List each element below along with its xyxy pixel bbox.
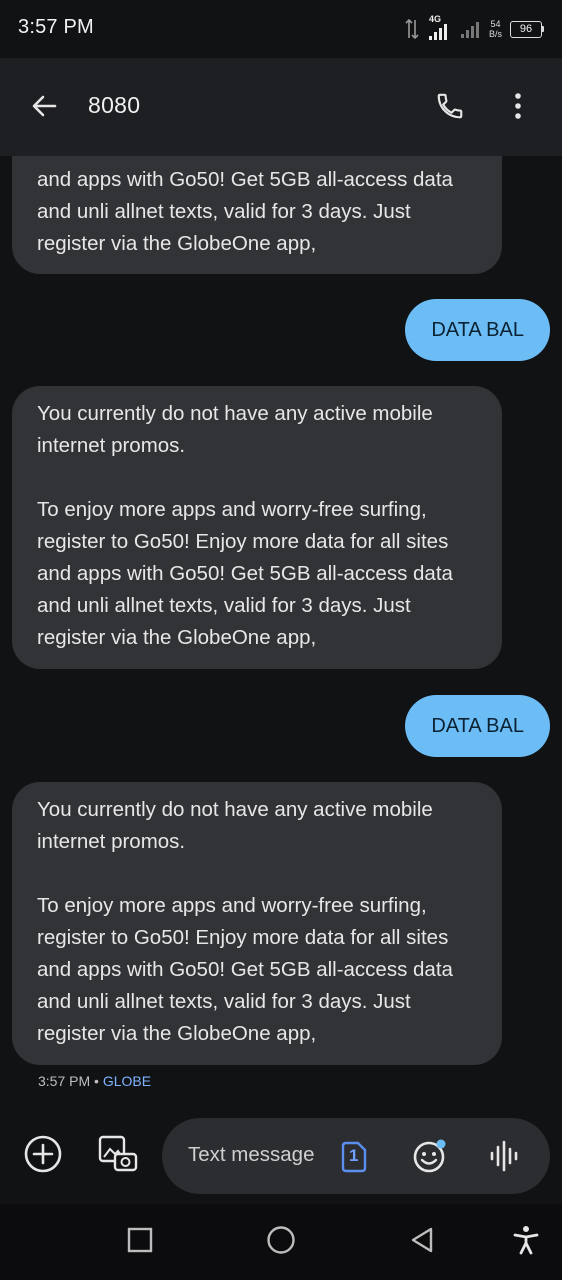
back-nav-button[interactable] — [398, 1218, 446, 1266]
call-button[interactable] — [430, 88, 470, 128]
sim-label: GLOBE — [102, 1073, 152, 1089]
status-bar: 3:57 PM 4G 54 B/s 96 — [0, 0, 562, 58]
signal-sim2-icon — [459, 18, 481, 40]
outgoing-message[interactable]: DATA BAL — [405, 695, 550, 757]
message-text: DATA BAL — [431, 714, 524, 737]
battery-icon: 96 — [510, 20, 544, 38]
message-meta: 3:57 PM • GLOBE — [38, 1073, 151, 1089]
system-navigation-bar — [0, 1204, 562, 1280]
network-speed-value: 54 — [490, 19, 501, 29]
text-message-placeholder: Text message — [188, 1143, 315, 1166]
emoji-icon — [410, 1139, 450, 1180]
home-button[interactable] — [257, 1218, 305, 1266]
message-text: To enjoy more apps and worry-free surfin… — [37, 894, 453, 1045]
meta-separator: • — [94, 1073, 99, 1089]
message-text: You currently do not have any active mob… — [37, 402, 433, 457]
message-thread[interactable]: and apps with Go50! Get 5GB all-access d… — [0, 156, 562, 1104]
gallery-camera-icon — [97, 1134, 139, 1179]
emoji-button[interactable] — [410, 1136, 450, 1176]
battery-level: 96 — [510, 20, 542, 38]
data-transfer-icon — [405, 18, 419, 40]
sim-selector-icon[interactable]: 1 — [340, 1140, 368, 1174]
outgoing-message[interactable]: DATA BAL — [405, 299, 550, 361]
incoming-message[interactable]: You currently do not have any active mob… — [12, 386, 502, 669]
status-icons: 4G 54 B/s 96 — [405, 14, 544, 44]
conversation-title: 8080 — [88, 92, 141, 118]
accessibility-icon — [512, 1225, 540, 1260]
network-speed: 54 B/s — [489, 19, 502, 39]
back-button[interactable] — [24, 88, 64, 128]
message-text: You currently do not have any active mob… — [37, 798, 433, 853]
composer: Text message 1 — [0, 1110, 562, 1204]
message-text: and apps with Go50! Get 5GB all-access d… — [37, 168, 453, 255]
gallery-button[interactable] — [94, 1132, 142, 1180]
signal-4g-icon: 4G — [427, 14, 451, 42]
message-time: 3:57 PM — [38, 1073, 91, 1089]
square-icon — [127, 1227, 153, 1258]
incoming-message[interactable]: and apps with Go50! Get 5GB all-access d… — [12, 156, 502, 274]
message-text: DATA BAL — [431, 318, 524, 341]
network-speed-unit: B/s — [488, 29, 502, 39]
accessibility-button[interactable] — [502, 1218, 550, 1266]
phone-icon — [435, 91, 465, 126]
voice-message-button[interactable] — [484, 1136, 524, 1176]
add-circle-icon — [23, 1134, 63, 1179]
audio-waveform-icon — [484, 1140, 524, 1180]
incoming-message[interactable]: You currently do not have any active mob… — [12, 782, 502, 1065]
recents-button[interactable] — [116, 1218, 164, 1266]
conversation-header: 8080 — [0, 58, 562, 156]
more-options-button[interactable] — [498, 88, 538, 128]
more-vert-icon — [514, 92, 522, 125]
arrow-left-icon — [30, 92, 58, 125]
circle-icon — [266, 1225, 296, 1260]
message-text: To enjoy more apps and worry-free surfin… — [37, 498, 453, 649]
triangle-back-icon — [409, 1226, 435, 1259]
add-attachment-button[interactable] — [19, 1132, 67, 1180]
sim-slot-number: 1 — [349, 1146, 359, 1165]
text-message-input[interactable]: Text message 1 — [162, 1118, 550, 1194]
status-time: 3:57 PM — [18, 16, 94, 38]
